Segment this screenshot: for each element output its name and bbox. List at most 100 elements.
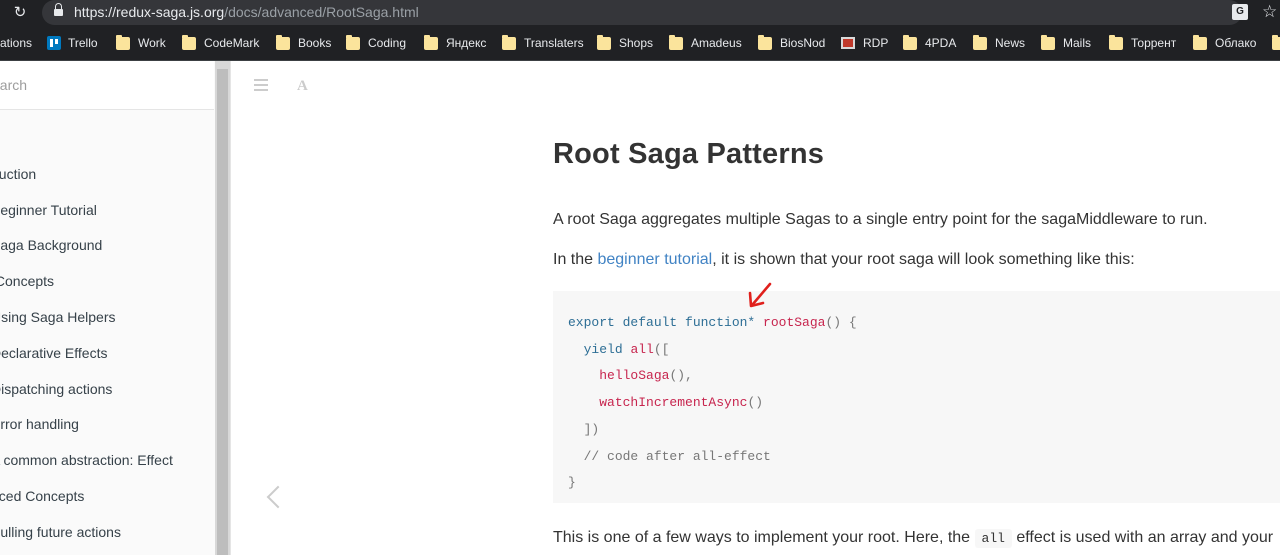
bookmark-label: Amadeus — [691, 36, 742, 50]
code-line: watchIncrementAsync() — [568, 390, 857, 417]
lock-icon[interactable] — [54, 3, 63, 18]
toggle-sidebar-icon[interactable] — [254, 79, 268, 91]
sidebar-item[interactable]: Beginner Tutorial — [0, 193, 215, 229]
bookmark-coding[interactable]: Coding — [346, 34, 406, 51]
browser-address-bar: ↻ https://redux-saga.js.org/docs/advance… — [0, 0, 1280, 25]
bookmark-news[interactable]: News — [973, 34, 1026, 51]
annotation-arrow-icon — [748, 282, 772, 308]
sidebar-item-label: Saga Background — [0, 237, 103, 254]
text: In the — [553, 251, 598, 268]
code-function: helloSaga — [599, 368, 670, 384]
bookmarks-bar: ations Trello Work CodeMark Books Coding… — [0, 25, 1280, 61]
search-input[interactable] — [0, 75, 202, 95]
code-line: // code after all-effect — [568, 444, 857, 471]
bookmark-label: CodeMark — [204, 36, 260, 50]
code-comment: // code after all-effect — [583, 448, 771, 464]
sidebar-item-label: Concepts — [0, 273, 55, 290]
bookmark-yandex[interactable]: Яндекс — [424, 34, 486, 51]
folder-icon — [597, 34, 611, 50]
star-icon[interactable]: ☆ — [1262, 2, 1277, 22]
implementation-paragraph: This is one of a few ways to implement y… — [553, 528, 1273, 549]
scrollbar-thumb[interactable] — [217, 69, 228, 555]
sidebar-item[interactable]: duction — [0, 157, 215, 193]
bookmark-label: Trello — [68, 36, 98, 50]
bookmark-4pda[interactable]: 4PDA — [903, 34, 957, 51]
bookmark-label: BiosNod — [780, 36, 826, 50]
folder-icon — [276, 34, 290, 50]
sidebar-item[interactable]: e — [0, 121, 215, 157]
text: , it is shown that your root saga will l… — [712, 251, 1135, 268]
bookmark-books[interactable]: Books — [276, 34, 331, 51]
trello-icon — [47, 36, 61, 50]
bookmark-label: ations — [0, 36, 33, 50]
sidebar-item-label: duction — [0, 165, 37, 182]
sidebar-item[interactable]: Error handling — [0, 407, 215, 443]
bookmark-label: 4PDA — [925, 36, 957, 50]
code-line: export default function* rootSaga() { — [568, 310, 857, 337]
bookmark-mails[interactable]: Mails — [1041, 34, 1092, 51]
bookmark-overflow[interactable] — [1272, 34, 1280, 51]
sidebar-item[interactable]: Saga Background — [0, 228, 215, 264]
sidebar-scrollbar[interactable] — [215, 61, 230, 555]
search-box — [0, 61, 214, 110]
text: effect is used with an array and your — [1011, 529, 1274, 546]
sidebar-nav: e duction Beginner Tutorial Saga Backgro… — [0, 121, 215, 551]
code-function: all — [630, 341, 654, 357]
bookmark-ations[interactable]: ations — [0, 35, 32, 51]
code-keyword: export default function* — [568, 315, 756, 330]
code-punct: () — [747, 395, 764, 411]
bookmark-label: Облако — [1215, 36, 1257, 50]
sidebar-item[interactable]: Dispatching actions — [0, 372, 215, 408]
folder-icon — [973, 34, 987, 50]
code-line: helloSaga(), — [568, 363, 857, 390]
sidebar-item-label: Error handling — [0, 416, 79, 433]
article: Root Saga Patterns A root Saga aggregate… — [553, 134, 1280, 270]
code-punct: () { — [825, 315, 857, 330]
folder-icon — [758, 34, 772, 50]
bookmark-label: Work — [138, 36, 166, 50]
bookmark-work[interactable]: Work — [116, 34, 166, 51]
reload-icon[interactable]: ↻ — [12, 4, 28, 20]
bookmark-torrent[interactable]: Торрент — [1109, 34, 1176, 51]
bookmark-translaters[interactable]: Translaters — [502, 34, 584, 51]
bookmark-shops[interactable]: Shops — [597, 34, 653, 51]
text: This is one of a few ways to implement y… — [553, 529, 975, 546]
sidebar-item[interactable]: Pulling future actions — [0, 515, 215, 551]
bookmark-biosnod[interactable]: BiosNod — [758, 34, 826, 51]
sidebar-item-label: Beginner Tutorial — [0, 201, 97, 218]
url-text[interactable]: https://redux-saga.js.org/docs/advanced/… — [74, 4, 419, 21]
code-punct: ([ — [653, 341, 670, 357]
beginner-tutorial-link[interactable]: beginner tutorial — [597, 251, 712, 268]
bookmark-label: Mails — [1063, 36, 1092, 50]
code-punct: ]) — [583, 421, 600, 437]
code-keyword: yield — [583, 341, 623, 357]
sidebar-item[interactable]: nced Concepts — [0, 479, 215, 515]
sidebar-item[interactable]: Declarative Effects — [0, 336, 215, 372]
translate-icon[interactable]: G — [1232, 4, 1248, 20]
bookmark-label: Translaters — [524, 36, 584, 50]
folder-icon — [424, 34, 438, 50]
bookmark-oblako[interactable]: Облако — [1193, 34, 1257, 51]
code-function: rootSaga — [763, 315, 826, 330]
bookmark-rdp[interactable]: RDP — [841, 35, 888, 51]
bookmark-codemark[interactable]: CodeMark — [182, 34, 260, 51]
url-host: https://redux-saga.js.org — [74, 4, 225, 20]
bookmark-amadeus[interactable]: Amadeus — [669, 34, 742, 51]
tutorial-paragraph: In the beginner tutorial, it is shown th… — [553, 250, 1280, 270]
font-settings-icon[interactable]: A — [297, 78, 308, 95]
code-punct: (), — [669, 368, 693, 384]
sidebar-item[interactable]: A common abstraction: Effect — [0, 443, 215, 479]
inline-code-all: all — [974, 529, 1012, 548]
bookmark-trello[interactable]: Trello — [47, 35, 98, 51]
folder-icon — [346, 34, 360, 50]
sidebar-item[interactable]: Using Saga Helpers — [0, 300, 215, 336]
previous-page-icon[interactable] — [262, 482, 288, 514]
bookmark-label: News — [995, 36, 1026, 50]
sidebar-item-label: Pulling future actions — [0, 523, 121, 540]
intro-paragraph: A root Saga aggregates multiple Sagas to… — [553, 211, 1208, 228]
folder-icon — [502, 34, 516, 50]
folder-icon — [669, 34, 683, 50]
folder-icon — [903, 34, 917, 50]
folder-icon — [116, 34, 130, 50]
sidebar-item[interactable]: Concepts — [0, 264, 215, 300]
